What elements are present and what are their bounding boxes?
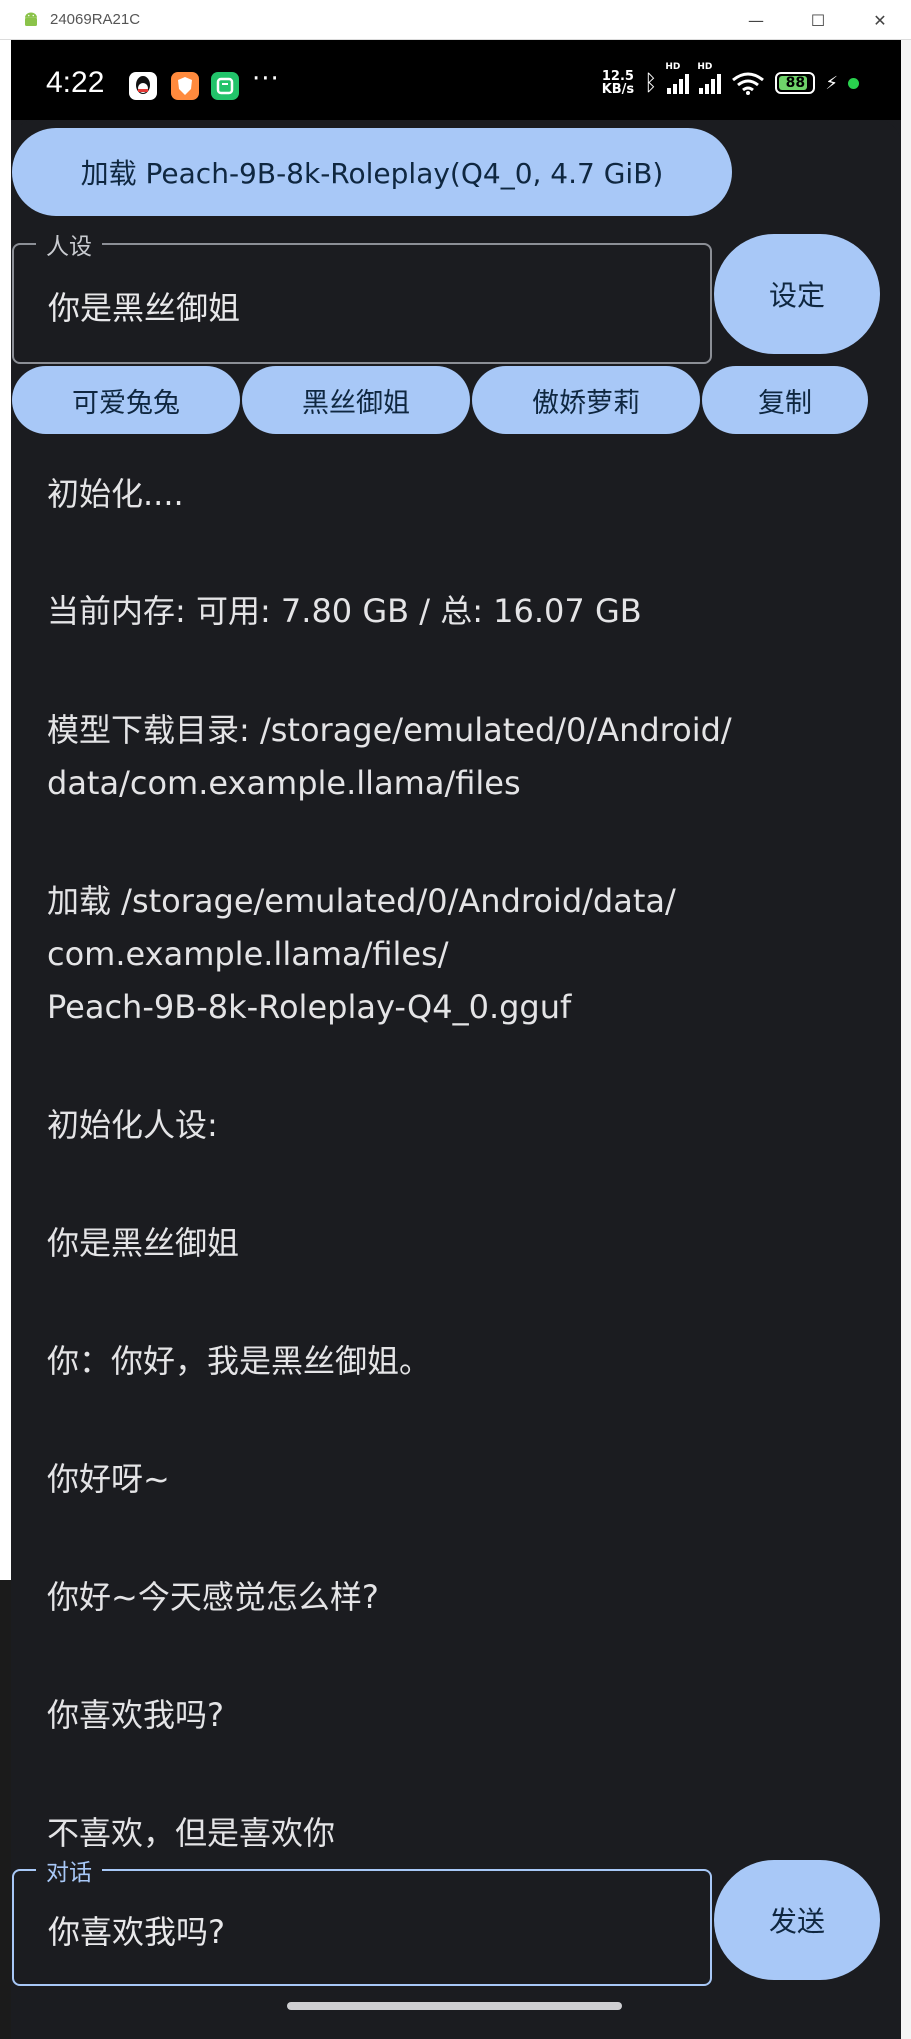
battery-level: 88 <box>785 75 806 91</box>
log-line: data/com.example.llama/files <box>47 764 521 802</box>
minimize-button[interactable]: — <box>725 0 787 40</box>
preset-button-black-silk[interactable]: 黑丝御姐 <box>242 366 470 434</box>
log-line: 你好~今天感觉怎么样? <box>47 1578 379 1616</box>
window-title: 24069RA21C <box>50 11 141 28</box>
set-persona-button[interactable]: 设定 <box>714 234 880 354</box>
status-time: 4:22 <box>46 66 105 99</box>
desktop-background-left-terminal <box>0 1580 11 2039</box>
log-line: 模型下载目录: /storage/emulated/0/Android/ <box>47 711 732 749</box>
log-line: 当前内存: 可用: 7.80 GB / 总: 16.07 GB <box>47 592 642 630</box>
more-notifications-icon: ··· <box>252 64 280 94</box>
hd-label-2: HD <box>697 62 713 72</box>
close-button[interactable]: ✕ <box>849 0 911 40</box>
signal-icon: HD <box>665 62 690 94</box>
battery-icon: 88 <box>775 72 816 94</box>
log-line: 你好呀~ <box>47 1460 170 1498</box>
preset-button-cute-bunny[interactable]: 可爱兔兔 <box>12 366 240 434</box>
wifi-icon <box>732 72 765 95</box>
log-line: 初始化人设: <box>47 1106 218 1144</box>
dialog-field[interactable]: 对话 你喜欢我吗? <box>12 1853 712 1986</box>
log-line: 你是黑丝御姐 <box>47 1224 240 1262</box>
log-line: 初始化.... <box>47 475 184 513</box>
persona-input[interactable]: 你是黑丝御姐 <box>48 283 240 329</box>
log-line: com.example.llama/files/ <box>47 935 449 973</box>
copy-button[interactable]: 复制 <box>702 366 868 434</box>
log-line: 你喜欢我吗? <box>47 1696 224 1734</box>
persona-field[interactable]: 人设 你是黑丝御姐 <box>12 227 712 364</box>
maximize-button[interactable]: ☐ <box>787 0 849 40</box>
orange-app-icon <box>171 72 199 100</box>
preset-button-tsundere[interactable]: 傲娇萝莉 <box>472 366 700 434</box>
privacy-indicator-icon <box>848 77 859 89</box>
persona-label: 人设 <box>36 227 102 261</box>
network-speed-unit: KB/s <box>601 82 635 97</box>
desktop-background-right <box>901 40 911 2039</box>
charging-icon: ⚡ <box>825 72 838 94</box>
bluetooth-icon: ᛒ <box>644 70 658 96</box>
hd-label: HD <box>665 62 681 72</box>
green-app-icon <box>211 72 239 100</box>
qq-icon <box>129 72 157 100</box>
log-line: 加载 /storage/emulated/0/Android/data/ <box>47 882 676 920</box>
log-line: 不喜欢，但是喜欢你 <box>47 1814 336 1852</box>
android-icon <box>25 12 37 26</box>
network-speed: 12.5 KB/s <box>602 70 634 96</box>
dialog-input[interactable]: 你喜欢我吗? <box>48 1907 225 1953</box>
log-line: 你：你好，我是黑丝御姐。 <box>47 1342 432 1380</box>
load-model-button[interactable]: 加载 Peach-9B-8k-Roleplay(Q4_0, 4.7 GiB) <box>12 128 732 216</box>
send-button[interactable]: 发送 <box>714 1860 880 1980</box>
dialog-label: 对话 <box>36 1853 102 1887</box>
window-titlebar: 24069RA21C — ☐ ✕ <box>0 0 911 40</box>
status-right-cluster: 12.5 KB/s ᛒ HD HD 88 ⚡ <box>602 62 859 96</box>
signal-icon-2: HD <box>697 62 722 94</box>
log-line: Peach-9B-8k-Roleplay-Q4_0.gguf <box>47 988 572 1026</box>
gesture-navigation-bar[interactable] <box>287 2002 622 2010</box>
